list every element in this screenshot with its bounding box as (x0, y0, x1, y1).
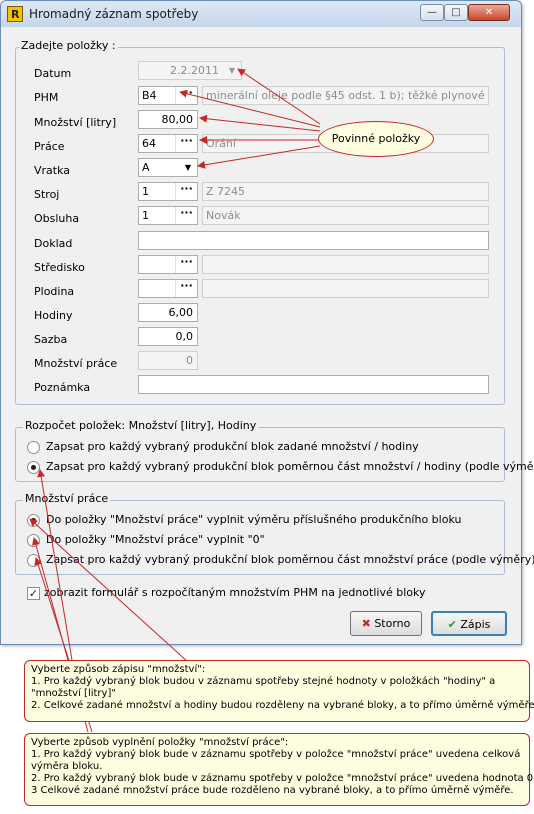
work-quantity-callout: Vyberte způsob vyplnění položky "množstv… (24, 733, 534, 806)
quantity-callout: Vyberte způsob zápisu "množství": 1. Pro… (24, 660, 534, 722)
arrow-to-vratka (197, 145, 321, 169)
callout2-line: 3 Celkové zadané množství práce bude roz… (31, 785, 514, 796)
required-fields-annotation: Povinné položky (318, 121, 434, 157)
callout1-line: "množství [litry]" (31, 688, 116, 699)
callout1-line: 2. Celkové zadané množství a hodiny budo… (31, 700, 534, 711)
callout1-line: 1. Pro každý vybraný blok budou v záznam… (31, 676, 496, 687)
callout2-line: výměra bloku. (31, 761, 103, 772)
callout2-line: Vyberte způsob vyplnění položky "množstv… (31, 737, 289, 748)
arrow-to-prace-option-1 (29, 518, 189, 663)
arrow-to-rozpocet (37, 469, 73, 661)
callout1-line: Vyberte způsob zápisu "množství": (31, 664, 206, 675)
callout2-line: 1. Pro každý vybraný blok bude v záznamu… (31, 749, 521, 760)
arrow-to-mnozstvi (199, 114, 321, 132)
callout2-line: 2. Pro každý vybraný blok bude v záznamu… (31, 773, 534, 784)
arrow-to-datum (237, 68, 321, 125)
